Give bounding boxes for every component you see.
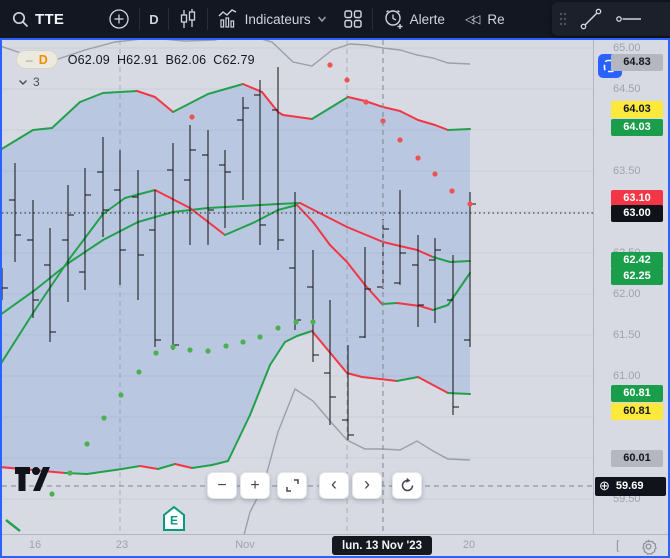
compare-add-button[interactable] <box>108 8 130 30</box>
time-tick-label: Nov <box>235 539 255 551</box>
close-value: C62.79 <box>213 52 255 67</box>
maximize-button[interactable] <box>277 472 307 499</box>
toolbar-divider <box>371 8 373 30</box>
trend-line-tool-icon[interactable] <box>578 6 604 32</box>
time-tick-label: 16 <box>28 539 42 551</box>
symbol-name: TTE <box>35 10 65 28</box>
zoom-out-button[interactable]: − <box>207 472 237 499</box>
zoom-in-button[interactable]: + <box>240 472 270 499</box>
price-badge: 63.00 <box>611 204 663 222</box>
indicators-label: Indicateurs <box>244 11 311 27</box>
time-axis[interactable]: lun. 13 Nov '23 [ 16 23 Nov 20 <box>2 534 668 556</box>
symbol-search-button[interactable]: TTE <box>12 11 64 28</box>
price-axis[interactable]: 65.0064.5063.5062.5062.0061.5061.0060.50… <box>593 40 668 534</box>
price-chart-canvas[interactable] <box>2 40 593 534</box>
edge-line-stub <box>5 519 21 532</box>
scroll-left-button[interactable]: ‹ <box>319 472 349 499</box>
earnings-marker[interactable]: E <box>162 506 186 532</box>
price-badge: 64.83 <box>611 53 663 71</box>
search-icon <box>12 11 29 27</box>
svg-text:E: E <box>170 514 178 528</box>
tradingview-logo[interactable] <box>14 466 50 496</box>
price-badge: 64.03 <box>611 118 663 136</box>
reset-view-button[interactable] <box>392 472 422 499</box>
ohlc-values: O62.09 H62.91 B62.06 C62.79 <box>68 53 262 67</box>
layout-grid-button[interactable] <box>343 9 363 29</box>
legend-interval-badge: D <box>38 52 48 67</box>
price-badge: 63.10 <box>611 189 663 207</box>
price-badge: 60.81 <box>611 402 663 420</box>
chart-style-button[interactable] <box>178 8 198 30</box>
time-tick-label: 23 <box>115 539 129 551</box>
grid-layout-icon <box>343 10 362 28</box>
interval-button[interactable]: D <box>149 12 158 27</box>
toolbar-divider <box>206 8 208 30</box>
plus-circle-icon: ⊕ <box>599 478 610 493</box>
price-badge: 64.03 <box>611 100 663 118</box>
alert-label: Alerte <box>409 11 445 27</box>
price-badge: 60.01 <box>611 449 663 467</box>
price-badge: 60.81 <box>611 384 663 402</box>
plus-circle-icon <box>109 9 129 29</box>
scroll-right-button[interactable]: › <box>352 472 382 499</box>
interval-label: D <box>149 11 159 27</box>
time-tick-label: 20 <box>462 539 476 551</box>
chevron-down-icon <box>317 16 326 23</box>
axis-bracket-glyph: [ <box>616 538 620 552</box>
candlestick-style-icon <box>180 9 195 28</box>
high-value: H62.91 <box>116 52 159 67</box>
chart-window: TTE D Indicateurs Alerte ◁◁ Re – D O62.0… <box>0 0 670 558</box>
crosshair-date-label: lun. 13 Nov '23 <box>332 536 433 555</box>
source-toggle-pill[interactable]: – D <box>16 50 58 69</box>
toolbar-divider <box>167 8 169 30</box>
alert-button[interactable]: Alerte <box>382 8 445 30</box>
toolbar-divider <box>139 8 141 30</box>
collapsed-count: 3 <box>33 75 40 89</box>
replay-button[interactable]: ◁◁ Re <box>465 12 505 27</box>
drag-handle-icon[interactable] <box>558 11 568 27</box>
replay-label: Re <box>487 11 505 27</box>
price-tick-label: 63.50 <box>613 165 641 177</box>
chevron-down-icon <box>19 79 27 85</box>
floating-draw-toolbar <box>552 2 670 36</box>
price-badge: 62.42 <box>611 251 663 269</box>
indicators-button[interactable]: Indicateurs <box>217 9 327 29</box>
open-value: O62.09 <box>67 52 110 67</box>
settings-gear-icon[interactable] <box>640 538 657 555</box>
alarm-clock-icon <box>384 9 403 29</box>
maximize-icon <box>285 479 299 492</box>
price-tick-label: 64.50 <box>613 83 641 95</box>
chart-legend: – D O62.09 H62.91 B62.06 C62.79 3 <box>16 50 262 89</box>
reset-view-icon <box>401 478 413 492</box>
horizontal-line-tool-icon[interactable] <box>614 6 644 32</box>
price-tick-label: 61.00 <box>613 370 641 382</box>
price-tick-label: 61.50 <box>613 329 641 341</box>
collapsed-indicators-toggle[interactable]: 3 <box>18 75 262 89</box>
crosshair-price-label: ⊕ 59.69 <box>595 476 666 496</box>
indicators-icon <box>218 9 236 28</box>
replay-icon: ◁◁ <box>464 12 481 26</box>
price-badge: 62.25 <box>611 267 663 285</box>
chart-pane: – D O62.09 H62.91 B62.06 C62.79 3 E 65.0… <box>0 38 670 558</box>
price-tick-label: 65.00 <box>613 42 641 54</box>
visibility-toggle-icon[interactable]: – <box>26 53 33 67</box>
price-tick-label: 62.00 <box>613 288 641 300</box>
low-value: B62.06 <box>165 52 207 67</box>
